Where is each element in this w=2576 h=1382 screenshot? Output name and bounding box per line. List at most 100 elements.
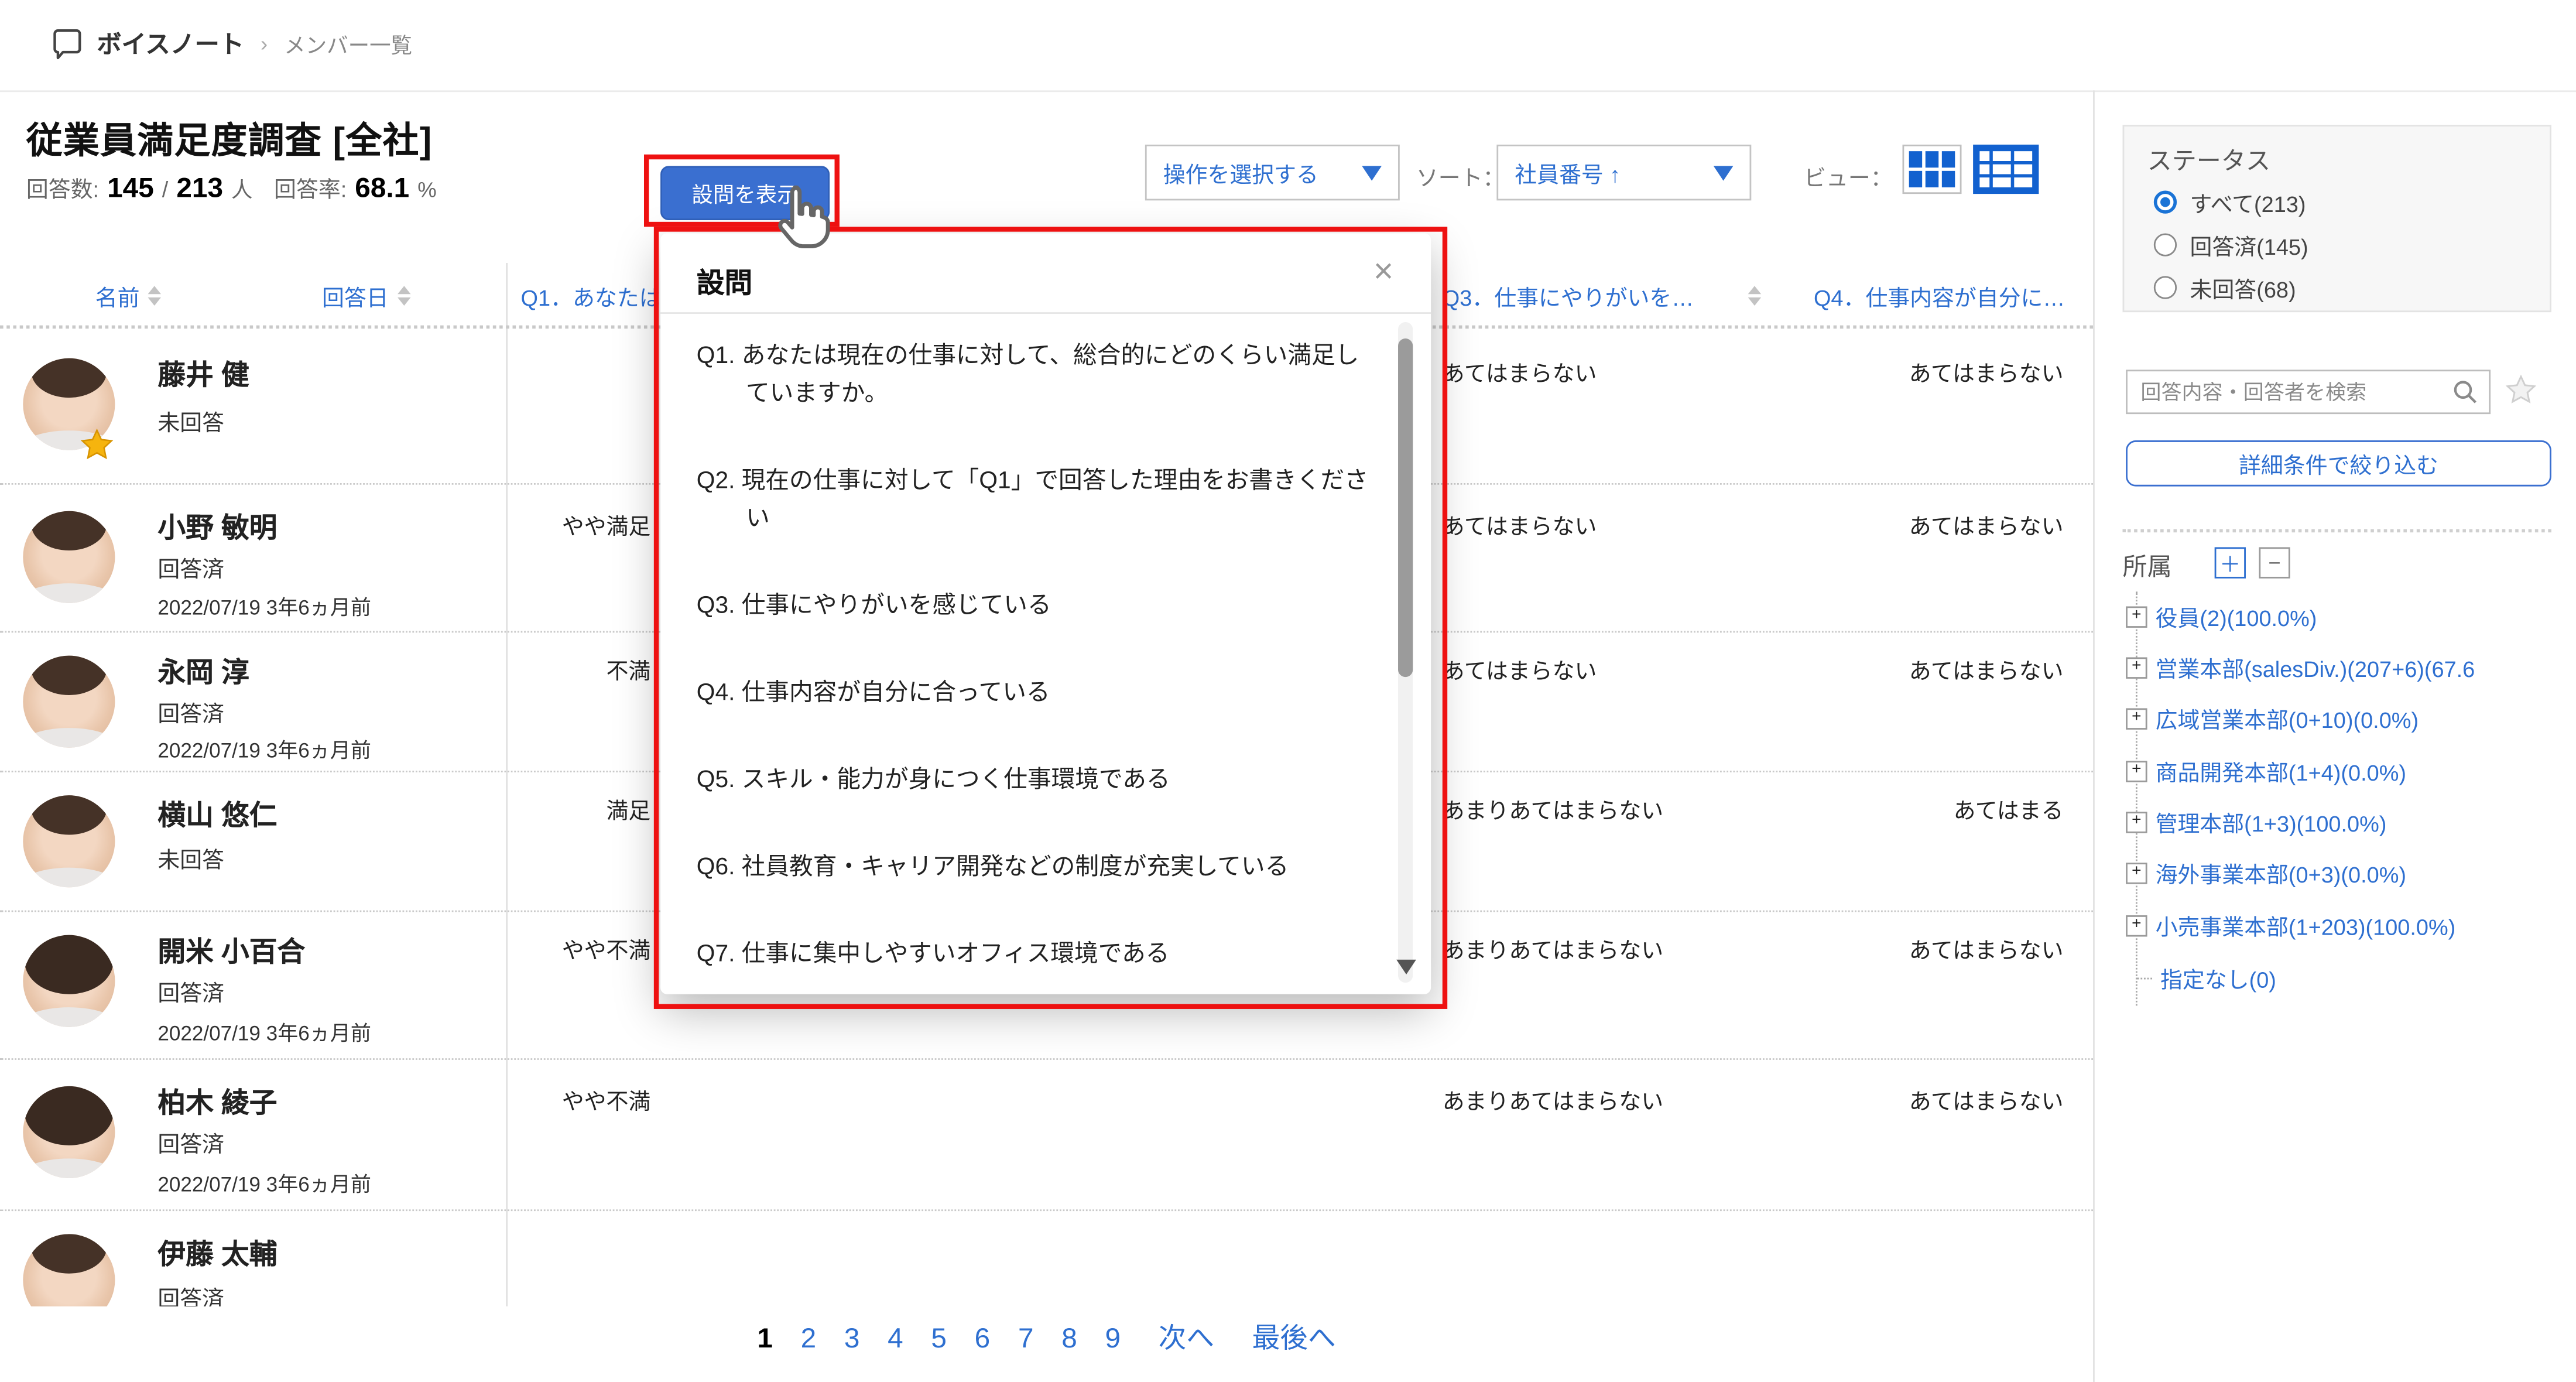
avatar[interactable] — [23, 935, 115, 1027]
column-header-name[interactable]: 名前 — [95, 279, 161, 312]
expander-icon[interactable]: + — [2126, 606, 2147, 627]
sort-arrows-icon[interactable] — [397, 286, 410, 306]
member-name[interactable]: 開米 小百合 — [157, 928, 305, 969]
column-header-q4[interactable]: Q4．仕事内容が自分に… — [1814, 279, 2089, 312]
answer-q3: あまりあてはまらない — [1443, 792, 1663, 825]
expander-icon[interactable]: + — [2126, 707, 2147, 728]
answer-q1: 不満 — [322, 652, 650, 685]
slash: / — [162, 177, 169, 202]
radio-icon[interactable] — [2154, 233, 2177, 256]
search-input[interactable] — [2126, 370, 2491, 414]
answer-date: 2022/07/19 3年6ヵ月前 — [157, 733, 371, 764]
member-name[interactable]: 藤井 健 — [157, 352, 249, 393]
table-row[interactable]: 柏木 綾子 回答済 2022/07/19 3年6ヵ月前 やや不満 あまりあてはま… — [0, 1060, 2093, 1211]
favorite-search-star-icon[interactable] — [2504, 373, 2539, 416]
avatar[interactable] — [23, 1086, 115, 1178]
avatar[interactable] — [23, 511, 115, 603]
tree-item[interactable]: + 役員(2)(100.0%) — [2119, 598, 2553, 634]
answer-q4: あてはまらない — [1643, 932, 2063, 964]
people-unit: 人 — [231, 173, 253, 204]
page-link[interactable]: 3 — [844, 1323, 860, 1356]
tree-item[interactable]: + 広域営業本部(0+10)(0.0%) — [2119, 700, 2553, 736]
sort-arrows-icon[interactable] — [148, 286, 161, 306]
column-header-q3[interactable]: Q3．仕事にやりがいを… — [1443, 279, 1761, 312]
avatar[interactable] — [23, 795, 115, 887]
action-select[interactable]: 操作を選択する — [1145, 145, 1400, 200]
expander-icon[interactable]: + — [2126, 656, 2147, 678]
cursor-pointer-icon — [769, 181, 838, 265]
page-last[interactable]: 最後へ — [1252, 1315, 1336, 1356]
tree-item[interactable]: 指定なし(0) — [2119, 960, 2553, 996]
search-icon[interactable] — [2451, 378, 2479, 414]
answer-q1: やや満足 — [322, 508, 650, 541]
member-name[interactable]: 柏木 綾子 — [157, 1080, 277, 1121]
member-name[interactable]: 伊藤 太輔 — [157, 1231, 277, 1272]
column-header-date[interactable]: 回答日 — [322, 279, 410, 312]
member-name[interactable]: 永岡 淳 — [157, 649, 249, 690]
page-current[interactable]: 1 — [757, 1323, 773, 1356]
survey-stats: 回答数: 145 / 213 人 回答率: 68.1 % — [26, 171, 437, 206]
chevron-down-icon — [1362, 165, 1382, 180]
page-link[interactable]: 5 — [931, 1323, 947, 1356]
page-title: 従業員満足度調査 [全社] — [26, 112, 433, 165]
member-status: 回答済 — [157, 550, 224, 583]
page-link[interactable]: 6 — [975, 1323, 991, 1356]
tree-item[interactable]: + 海外事業本部(0+3)(0.0%) — [2119, 854, 2553, 891]
breadcrumb-separator: › — [261, 31, 268, 56]
pagination: 1 2 3 4 5 6 7 8 9 次へ 最後へ — [0, 1315, 2093, 1356]
advanced-filter-button[interactable]: 詳細条件で絞り込む — [2126, 440, 2551, 487]
page-link[interactable]: 8 — [1061, 1323, 1077, 1356]
radio-icon[interactable] — [2154, 191, 2177, 214]
page-next[interactable]: 次へ — [1159, 1315, 1214, 1356]
favorite-star-icon — [79, 427, 115, 472]
tree-item[interactable]: + 営業本部(salesDiv.)(207+6)(67.6 — [2119, 649, 2553, 685]
expander-icon[interactable]: + — [2126, 862, 2147, 883]
tree-item[interactable]: + 小売事業本部(1+203)(100.0%) — [2119, 907, 2553, 943]
tree-connector — [2136, 977, 2152, 979]
grid-view-icon[interactable] — [1902, 145, 1961, 194]
radio-icon[interactable] — [2154, 276, 2177, 299]
answer-q3: あまりあてはまらない — [1443, 932, 1663, 964]
sort-select[interactable]: 社員番号 ↑ — [1496, 145, 1751, 200]
page-link[interactable]: 4 — [888, 1323, 903, 1356]
answer-q4: あてはまる — [1643, 792, 2063, 825]
expander-icon[interactable]: + — [2126, 811, 2147, 832]
column-header-q1[interactable]: Q1．あなたは現在 — [521, 279, 659, 312]
member-name[interactable]: 横山 悠仁 — [157, 792, 277, 833]
answer-q4: あてはまらない — [1643, 355, 2063, 388]
avatar[interactable] — [23, 656, 115, 748]
app-name[interactable]: ボイスノート — [97, 26, 244, 61]
sort-label: ソート： — [1416, 159, 1505, 192]
list-view-icon[interactable] — [1973, 145, 2039, 194]
collapse-all-button[interactable]: − — [2259, 547, 2290, 578]
expander-icon[interactable]: + — [2126, 915, 2147, 936]
sidebar-section-divider — [2123, 529, 2551, 533]
tree-item[interactable]: + 商品開発本部(1+4)(0.0%) — [2119, 752, 2553, 789]
breadcrumb-page[interactable]: メンバー一覧 — [284, 28, 412, 59]
answer-q4: あてはまらない — [1643, 652, 2063, 685]
answer-date: 2022/07/19 3年6ヵ月前 — [157, 1167, 371, 1198]
page-link[interactable]: 2 — [801, 1323, 817, 1356]
member-status: 未回答 — [157, 404, 224, 437]
sort-arrows-icon[interactable] — [1748, 286, 1761, 306]
status-option-answered[interactable]: 回答済(145) — [2154, 228, 2308, 261]
breadcrumb: ボイスノート › メンバー一覧 — [49, 26, 412, 61]
page-link[interactable]: 9 — [1105, 1323, 1121, 1356]
expand-all-button[interactable]: ＋ — [2215, 547, 2246, 578]
member-name[interactable]: 小野 敏明 — [157, 504, 277, 545]
avatar[interactable] — [23, 1234, 115, 1306]
table-row[interactable]: 伊藤 太輔 回答済 — [0, 1211, 2093, 1306]
page-link[interactable]: 7 — [1018, 1323, 1034, 1356]
answers-label: 回答数: — [26, 171, 99, 204]
view-label: ビュー： — [1804, 159, 1893, 192]
status-option-unanswered[interactable]: 未回答(68) — [2154, 271, 2296, 304]
answer-q1: やや不満 — [322, 1083, 650, 1116]
expander-icon[interactable]: + — [2126, 760, 2147, 781]
top-bar: ボイスノート › メンバー一覧 — [0, 0, 2576, 92]
tree-item[interactable]: + 管理本部(1+3)(100.0%) — [2119, 803, 2553, 840]
department-tree: + 役員(2)(100.0%) + 営業本部(salesDiv.)(207+6)… — [2119, 591, 2553, 1044]
status-option-all[interactable]: すべて(213) — [2154, 186, 2306, 218]
chevron-down-icon — [1714, 165, 1734, 180]
member-status: 回答済 — [157, 1280, 224, 1306]
member-status: 回答済 — [157, 974, 224, 1007]
